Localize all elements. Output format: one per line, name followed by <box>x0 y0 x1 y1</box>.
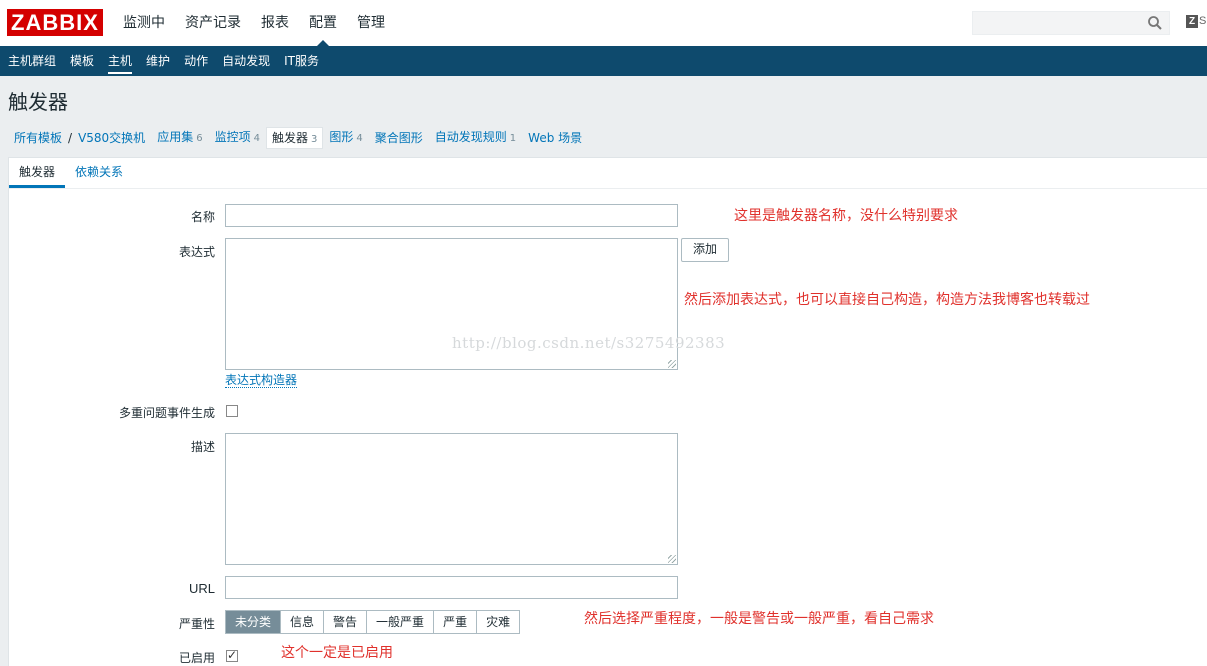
breadcrumb-web-scenarios[interactable]: Web 场景 <box>522 126 588 150</box>
search-input[interactable] <box>972 11 1170 35</box>
add-expression-button[interactable]: 添加 <box>681 238 729 262</box>
severity-average[interactable]: 一般严重 <box>366 611 434 633</box>
main-menu: 监测中 资产记录 报表 配置 管理 <box>113 0 395 46</box>
page-title: 触发器 <box>8 90 68 114</box>
breadcrumb-all-templates[interactable]: 所有模板 <box>8 126 68 150</box>
severity-selector: 未分类 信息 警告 一般严重 严重 灾难 <box>225 610 521 634</box>
submenu-hosts[interactable]: 主机 <box>100 46 138 76</box>
submenu-host-groups[interactable]: 主机群组 <box>0 46 62 76</box>
form-tabs: 触发器 依赖关系 <box>9 158 1207 189</box>
top-bar: ZABBIX 监测中 资产记录 报表 配置 管理 ZS <box>0 0 1207 46</box>
tab-trigger[interactable]: 触发器 <box>9 158 66 188</box>
breadcrumb-applications[interactable]: 应用集 6 <box>151 125 208 151</box>
expression-builder-link[interactable]: 表达式构造器 <box>225 373 298 388</box>
url-label: URL <box>188 581 215 596</box>
menu-administration[interactable]: 管理 <box>347 0 395 46</box>
submenu-actions[interactable]: 动作 <box>176 46 214 76</box>
description-label: 描述 <box>190 440 215 454</box>
resize-handle-icon[interactable] <box>668 360 676 368</box>
menu-monitoring[interactable]: 监测中 <box>113 0 175 46</box>
submenu-templates[interactable]: 模板 <box>62 46 100 76</box>
annotation-name: 这里是触发器名称，没什么特别要求 <box>734 208 958 224</box>
share-link[interactable]: ZS <box>1186 15 1206 28</box>
breadcrumb-discovery-rules[interactable]: 自动发现规则 1 <box>429 125 522 151</box>
resize-handle-icon[interactable] <box>668 555 676 563</box>
severity-warning[interactable]: 警告 <box>323 611 367 633</box>
severity-information[interactable]: 信息 <box>280 611 324 633</box>
tab-dependencies[interactable]: 依赖关系 <box>65 158 133 188</box>
url-field[interactable] <box>225 576 678 599</box>
severity-not-classified[interactable]: 未分类 <box>226 611 281 633</box>
description-textarea[interactable] <box>225 433 678 565</box>
breadcrumb-screens[interactable]: 聚合图形 <box>369 126 429 150</box>
submenu-maintenance[interactable]: 维护 <box>138 46 176 76</box>
enabled-label: 已启用 <box>178 651 215 665</box>
submenu-it-services[interactable]: IT服务 <box>276 46 325 76</box>
annotation-expression: 然后添加表达式，也可以直接自己构造，构造方法我博客也转载过 <box>684 292 1090 308</box>
severity-label: 严重性 <box>178 617 215 631</box>
zabbix-share-icon: Z <box>1186 15 1198 28</box>
breadcrumb-triggers[interactable]: 触发器 3 <box>265 127 324 149</box>
menu-configuration[interactable]: 配置 <box>299 0 347 46</box>
multiple-events-label: 多重问题事件生成 <box>118 406 215 420</box>
enabled-checkbox[interactable] <box>226 648 238 662</box>
breadcrumb-items[interactable]: 监控项 4 <box>209 125 266 151</box>
watermark: http://blog.csdn.net/s3275492383 <box>452 334 726 352</box>
menu-inventory[interactable]: 资产记录 <box>175 0 251 46</box>
annotation-severity: 然后选择严重程度，一般是警告或一般严重，看自己需求 <box>584 611 934 627</box>
sub-menu: 主机群组 模板 主机 维护 动作 自动发现 IT服务 <box>0 46 1207 76</box>
breadcrumb-graphs[interactable]: 图形 4 <box>323 125 368 151</box>
name-label: 名称 <box>190 210 215 224</box>
expression-label: 表达式 <box>178 245 215 259</box>
submenu-discovery[interactable]: 自动发现 <box>214 46 276 76</box>
zabbix-logo[interactable]: ZABBIX <box>7 9 103 36</box>
severity-disaster[interactable]: 灾难 <box>476 611 520 633</box>
annotation-enabled: 这个一定是已启用 <box>281 645 393 661</box>
breadcrumb: 所有模板 / V580交换机 应用集 6 监控项 4 触发器 3 图形 4 聚合图形 自… <box>8 126 588 150</box>
multiple-events-checkbox[interactable] <box>226 405 238 417</box>
severity-high[interactable]: 严重 <box>433 611 477 633</box>
search-icon[interactable] <box>1147 15 1163 31</box>
name-field[interactable] <box>225 204 678 227</box>
menu-reports[interactable]: 报表 <box>251 0 299 46</box>
breadcrumb-host[interactable]: V580交换机 <box>72 126 151 150</box>
